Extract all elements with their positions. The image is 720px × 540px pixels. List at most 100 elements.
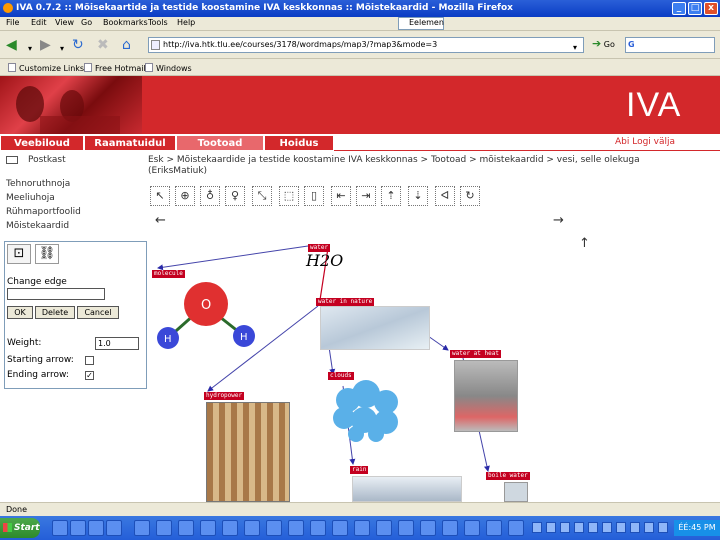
bookmark-free-hotmail[interactable]: Free Hotmail (84, 63, 146, 73)
sidebar-link-3[interactable]: Rühmaportfoolid (6, 207, 81, 217)
quicklaunch-icon[interactable] (106, 520, 122, 536)
task-button-icon[interactable] (288, 520, 304, 536)
edge[interactable] (157, 245, 309, 271)
menu-edit[interactable]: Edit (31, 18, 47, 27)
menu-bookmarks[interactable]: Bookmarks (103, 18, 148, 27)
delete-button[interactable]: Delete (35, 306, 75, 319)
node-label[interactable]: hydropower (204, 392, 245, 400)
ending-arrow-checkbox[interactable]: ✓ (85, 371, 94, 380)
sidebar-link-1[interactable]: Tehnoruthnoja (6, 179, 70, 189)
edge-name-input[interactable] (7, 288, 105, 300)
formula-h2o[interactable]: H2O (306, 251, 343, 270)
task-button-icon[interactable] (178, 520, 194, 536)
node-tool-icon[interactable]: ⊡ (7, 244, 31, 264)
tab-veebiloud[interactable]: Veebiloud (0, 135, 84, 151)
task-button-icon[interactable] (222, 520, 238, 536)
menu-help[interactable]: Help (177, 18, 195, 27)
node-label[interactable]: water at heat (450, 350, 501, 358)
back-icon[interactable]: ◀ (6, 37, 17, 53)
user-links[interactable]: Abi Logi välja (615, 137, 675, 147)
url-dropdown-icon[interactable]: ▾ (573, 40, 577, 56)
task-button-icon[interactable] (354, 520, 370, 536)
node-label[interactable]: clouds (328, 372, 354, 380)
quicklaunch-icon[interactable] (52, 520, 68, 536)
add-node-icon[interactable]: ♀ (225, 186, 245, 206)
sidebar-link-4[interactable]: Mõistekaardid (6, 221, 69, 231)
task-button-icon[interactable] (376, 520, 392, 536)
tab-tootoad[interactable]: Tootoad (176, 135, 264, 151)
task-button-icon[interactable] (332, 520, 348, 536)
home-icon[interactable]: ⌂ (122, 37, 131, 53)
tab-hoidus[interactable]: Hoidus (264, 135, 334, 151)
task-button-icon[interactable] (420, 520, 436, 536)
arrow-up-icon[interactable]: ⇡ (381, 186, 401, 206)
task-button-icon[interactable] (398, 520, 414, 536)
tray-icon[interactable] (546, 522, 556, 533)
forward-icon[interactable]: ▶ (40, 37, 51, 53)
forward-dropdown-icon[interactable]: ▾ (60, 41, 64, 57)
back-dropdown-icon[interactable]: ▾ (28, 41, 32, 57)
breadcrumb-path[interactable]: Esk > Mõistekaardide ja testide koostami… (148, 155, 718, 166)
heat-image[interactable] (454, 360, 518, 432)
bookmark-windows[interactable]: Windows (145, 63, 192, 73)
reload-icon[interactable]: ↻ (72, 37, 84, 53)
tray-icon[interactable] (532, 522, 542, 533)
search-field[interactable]: G (625, 37, 715, 53)
redo-icon[interactable]: ↻ (460, 186, 480, 206)
rain-image[interactable] (352, 476, 462, 502)
bookmark-customize-links[interactable]: Customize Links (8, 63, 84, 73)
task-button-icon[interactable] (310, 520, 326, 536)
tray-icon[interactable] (644, 522, 654, 533)
minimize-button[interactable]: _ (672, 2, 686, 15)
sidebar-link-2[interactable]: Meeliuhoja (6, 193, 55, 203)
node-label[interactable]: boile water (486, 472, 530, 480)
molecule-image[interactable]: O H H (154, 278, 260, 350)
arrow-left-icon[interactable]: ⇤ (331, 186, 351, 206)
add-node-icon[interactable]: ⊕ (175, 186, 195, 206)
maximize-button[interactable]: □ (688, 2, 702, 15)
node-label[interactable]: rain (350, 466, 369, 474)
cancel-button[interactable]: Cancel (77, 306, 119, 319)
tray-icon[interactable] (574, 522, 584, 533)
concept-map-canvas[interactable]: water H2O molecule O H H water in nature… (148, 226, 720, 502)
task-button-icon[interactable] (442, 520, 458, 536)
box-icon[interactable]: ⬚ (279, 186, 299, 206)
pointer-icon[interactable]: ↖ (150, 186, 170, 206)
menu-tools[interactable]: Tools (148, 18, 168, 27)
box-icon[interactable]: ▯ (304, 186, 324, 206)
close-button[interactable]: x (704, 2, 718, 15)
task-button-icon[interactable] (156, 520, 172, 536)
arrow-right-icon[interactable]: ⇥ (356, 186, 376, 206)
node-label[interactable]: water in nature (316, 298, 375, 306)
ok-button[interactable]: OK (7, 306, 33, 319)
task-button-icon[interactable] (244, 520, 260, 536)
boiling-image[interactable] (504, 482, 528, 502)
task-button-icon[interactable] (464, 520, 480, 536)
undo-icon[interactable]: ᐊ (435, 186, 455, 206)
task-button-icon[interactable] (134, 520, 150, 536)
menu-go[interactable]: Go (81, 18, 92, 27)
quicklaunch-icon[interactable] (88, 520, 104, 536)
mailbox-link[interactable]: Postkast (28, 155, 66, 165)
task-button-icon[interactable] (200, 520, 216, 536)
edge[interactable] (427, 335, 449, 351)
nature-image[interactable] (320, 306, 430, 350)
stop-icon[interactable]: ✖ (97, 37, 109, 53)
tray-icon[interactable] (602, 522, 612, 533)
resize-icon[interactable]: ⤡ (252, 186, 272, 206)
task-button-icon[interactable] (486, 520, 502, 536)
task-button-icon[interactable] (508, 520, 524, 536)
weight-input[interactable]: 1.0 (95, 337, 139, 350)
go-button[interactable]: ➔ Go (592, 37, 615, 50)
menu-search-field[interactable]: Eelemen (398, 17, 444, 30)
clouds-image[interactable] (328, 380, 412, 442)
menu-view[interactable]: View (55, 18, 74, 27)
tray-icon[interactable] (658, 522, 668, 533)
url-bar[interactable]: http://iva.htk.tlu.ee/courses/3178/wordm… (148, 37, 584, 53)
tray-icon[interactable] (616, 522, 626, 533)
add-node-icon[interactable]: ♁ (200, 186, 220, 206)
hydropower-image[interactable] (206, 402, 290, 502)
quicklaunch-icon[interactable] (70, 520, 86, 536)
mail-icon[interactable] (6, 156, 18, 164)
tray-icon[interactable] (630, 522, 640, 533)
